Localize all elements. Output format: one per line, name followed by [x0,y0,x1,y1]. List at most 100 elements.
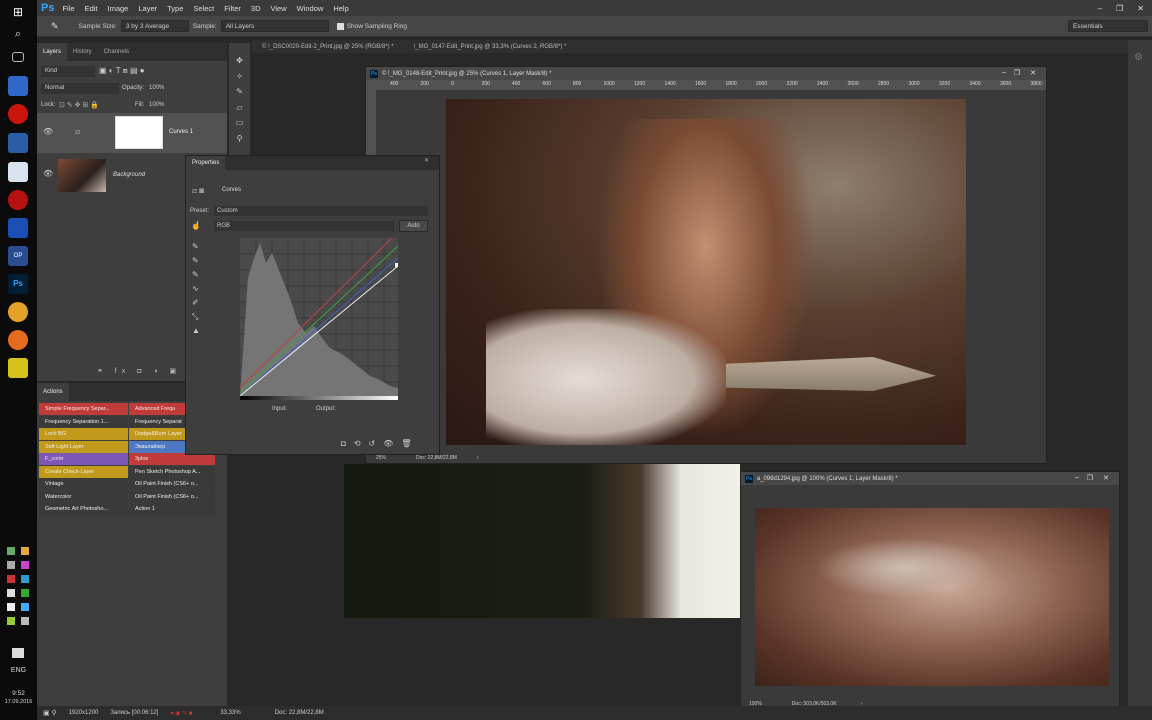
auto-button[interactable]: Auto [399,220,428,232]
menu-3d[interactable]: 3D [251,4,261,13]
background-document-canvas[interactable] [344,464,740,618]
wand-tool-icon[interactable]: ✧ [229,69,250,85]
close-window-button[interactable]: ✕ [1030,69,1036,77]
tab-history[interactable]: History [67,49,98,55]
tab-actions[interactable]: Actions [37,383,69,401]
zoom-tool-icon[interactable]: ⚲ [229,131,250,147]
action-item[interactable]: Vintage [39,478,128,490]
maximize-window-button[interactable]: ❐ [1087,474,1093,482]
photoshop-taskbar-icon[interactable]: Ps [8,274,28,294]
action-item[interactable]: Oil Paint Finish (CS6+ o... [129,478,215,490]
doc-tab-1[interactable]: © !_DSC0020-Edit-2_Print.jpg @ 25% (RGB/… [252,44,404,50]
app-icon-1[interactable] [8,76,28,96]
show-ring-checkbox[interactable] [336,22,344,30]
tab-layers[interactable]: Layers [37,43,68,61]
minimize-app-button[interactable]: – [1098,4,1102,13]
recorder-icon[interactable]: ▣ ⚲ [43,709,57,717]
workspace-select[interactable]: Essentials [1068,20,1148,32]
search-icon[interactable]: ⌕ [8,28,28,48]
record-icon[interactable] [8,190,28,210]
horizontal-ruler[interactable]: 400 200 0 200 400 600 800 1000 1200 1400 1600 1800 2… [366,80,1046,90]
save-icon[interactable] [8,218,28,238]
action-item[interactable]: Action 1 [129,503,215,515]
menu-layer[interactable]: Layer [138,4,157,13]
menu-filter[interactable]: Filter [224,4,241,13]
clock-time[interactable]: 9:52 [0,690,37,697]
maximize-window-button[interactable]: ❐ [1014,69,1020,77]
action-item[interactable]: Watercolor [39,490,128,503]
visibility-eye-icon[interactable]: 👁 [43,127,53,136]
layer-row-curves[interactable]: 👁 ⧄ Curves 1 [37,113,227,153]
doc-zoom[interactable]: 25% [376,455,386,461]
app-icon-bolt[interactable] [8,358,28,378]
menu-image[interactable]: Image [108,4,129,13]
menu-view[interactable]: View [271,4,287,13]
preset-select[interactable]: Custom [214,206,428,216]
menu-help[interactable]: Help [333,4,348,13]
doc-tab-2[interactable]: !_MG_0147-Edit_Print.jpg @ 33,3% (Curves… [404,44,577,50]
fill-field[interactable]: 100% [149,100,179,111]
action-item[interactable]: Pen Sketch Photoshop A... [129,465,215,478]
crop-tool-icon[interactable]: ▭ [229,115,250,131]
visibility-eye-icon[interactable]: 👁 [43,169,53,178]
panel-close-icon[interactable]: ✕ [418,157,435,164]
tab-channels[interactable]: Channels [98,49,135,55]
close-app-button[interactable]: ✕ [1137,4,1144,13]
app-icon-coin[interactable] [8,302,28,322]
task-view-icon[interactable] [12,52,24,62]
curve-point[interactable] [395,263,398,267]
second-photo-canvas[interactable] [755,508,1109,686]
action-item[interactable]: Frequency Separation 1... [39,415,128,428]
action-item[interactable]: Create Check-Layer [39,465,128,478]
menu-file[interactable]: File [62,4,74,13]
window-titlebar[interactable]: Ps a_098d1294.jpg @ 100% (Curves 1, Laye… [741,472,1119,485]
sample-select[interactable]: All Layers [220,20,329,32]
action-item[interactable]: Geometric Art Photosho... [39,503,128,515]
eraser-tool-icon[interactable]: ▱ [229,100,250,116]
tab-properties[interactable]: Properties [186,156,226,170]
eyedropper-tools[interactable]: ✎ ✎ ✎ ∿ ✐ ⤡ ▲ [192,240,200,338]
layer-name[interactable]: Curves 1 [169,129,193,135]
menu-window[interactable]: Window [297,4,324,13]
curves-graph[interactable] [240,238,398,396]
target-adjust-icon[interactable]: ☝ [191,221,201,230]
opacity-field[interactable]: 100% [149,83,179,94]
menu-edit[interactable]: Edit [85,4,98,13]
eyedropper-tool-icon[interactable]: ✎ [51,21,59,32]
menu-select[interactable]: Select [193,4,214,13]
main-photo-canvas[interactable] [446,99,966,445]
opera-icon[interactable] [8,104,28,124]
action-item[interactable]: Lock BG [39,428,128,440]
blend-mode-select[interactable]: Normal [41,83,119,94]
lock-icons[interactable]: ⊡ ✎ ✥ ⊞ 🔒 [59,100,99,111]
menu-type[interactable]: Type [167,4,183,13]
action-item[interactable]: Oil Paint Finish (CS6+ o... [129,490,215,503]
brush-tool-icon[interactable]: ✎ [229,84,250,100]
properties-footer-icons[interactable]: ◘⟲↺👁🗑 [341,439,420,448]
channel-select[interactable]: RGB [214,221,394,231]
action-item[interactable]: F_contr [39,453,128,465]
record-controls-icon[interactable]: ▾ ◉ ✎ ■ [170,710,192,717]
opera-portable-icon[interactable]: OP [8,246,28,266]
language-indicator[interactable]: ENG [0,667,37,674]
restore-app-button[interactable]: ❐ [1116,4,1123,13]
windows-start-icon[interactable]: ⊞ [8,5,28,25]
panel-dock-icon[interactable]: ⚙ [1134,52,1143,63]
document-icon[interactable] [8,162,28,182]
minimize-window-button[interactable]: – [1075,474,1079,481]
action-item[interactable]: Soft Light Layer [39,440,128,453]
firefox-icon[interactable] [8,330,28,350]
status-arrow-icon[interactable]: › [477,455,479,461]
close-window-button[interactable]: ✕ [1103,474,1109,482]
status-zoom[interactable]: 33,33% [220,710,240,716]
action-item[interactable]: Simple Frequency Separ... [39,403,128,415]
layer-filter-icons[interactable]: ▣ ◐ T ⧈ ▤ ● [99,66,179,77]
move-tool-icon[interactable]: ✥ [229,53,250,69]
layer-filter-kind[interactable]: Kind [41,66,95,77]
sample-size-select[interactable]: 3 by 3 Average [120,20,189,32]
app-icon-3[interactable] [8,133,28,153]
minimize-window-button[interactable]: – [1002,69,1006,76]
notification-icon[interactable] [12,648,24,658]
layer-mask-thumbnail[interactable] [115,116,163,149]
layer-name[interactable]: Background [113,172,145,178]
